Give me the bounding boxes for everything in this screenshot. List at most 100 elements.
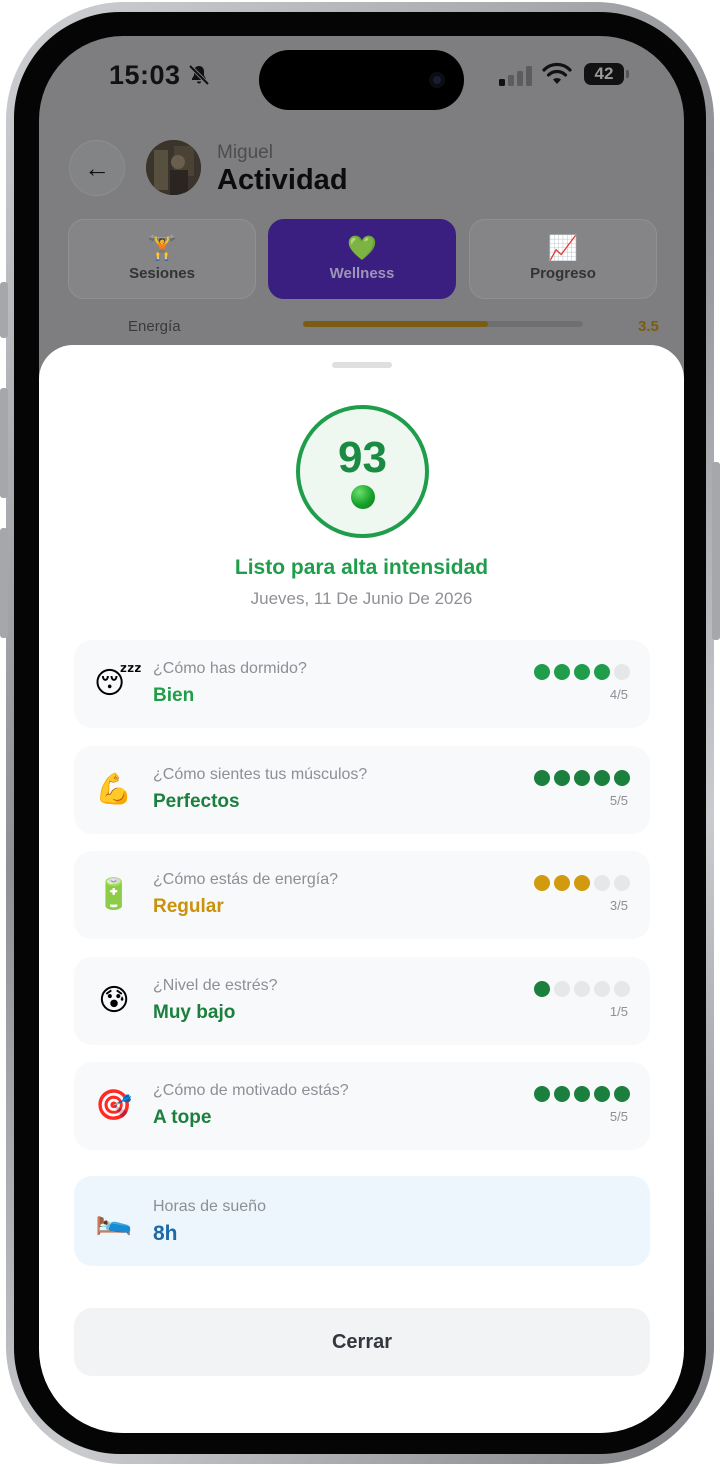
user-name: Miguel <box>217 142 273 163</box>
rating-dot-filled <box>534 875 550 891</box>
green-circle-icon <box>350 485 375 509</box>
arrow-left-icon: ← <box>84 152 110 183</box>
bed-icon: 🛌 <box>95 1203 133 1236</box>
tab-progreso[interactable]: 📈 Progreso <box>469 219 657 299</box>
sheet-drag-handle[interactable] <box>332 362 392 368</box>
readiness-label: Listo para alta intensidad <box>234 556 489 579</box>
entry-date: Jueves, 11 De Junio De 2026 <box>250 589 473 608</box>
tab-wellness[interactable]: 💚 Wellness <box>268 219 456 299</box>
rating-dots <box>534 664 630 680</box>
close-button[interactable]: Cerrar <box>74 1308 650 1376</box>
tab-sesiones[interactable]: 🏋️ Sesiones <box>68 219 256 299</box>
row-label: Energía <box>128 318 181 335</box>
rating-dot-empty <box>594 875 610 891</box>
rating-dot-empty <box>614 981 630 997</box>
status-time: 15:03 <box>109 60 181 90</box>
rating-dots <box>534 875 630 891</box>
anxious-face-icon: 😰 <box>98 984 130 1017</box>
rating-dot-filled <box>614 1086 630 1102</box>
rating-dot-filled <box>534 664 550 680</box>
rating-dot-empty <box>614 875 630 891</box>
rating-score: 5/5 <box>609 793 628 808</box>
background-energy-row: Energía 3.5 <box>68 318 659 348</box>
back-button[interactable]: ← <box>69 140 125 196</box>
rating-dot-filled <box>574 875 590 891</box>
action-button <box>0 282 8 338</box>
rating-dot-filled <box>594 770 610 786</box>
rating-dot-filled <box>554 770 570 786</box>
rating-dot-filled <box>574 1086 590 1102</box>
wellness-question-card: 🔋 ¿Cómo estás de energía? Regular 3/5 <box>74 851 650 939</box>
answer-text: Regular <box>153 896 224 917</box>
rating-dot-filled <box>574 770 590 786</box>
wellness-question-card: 🎯 ¿Cómo de motivado estás? A tope 5/5 <box>74 1062 650 1150</box>
rating-dots <box>534 981 630 997</box>
rating-dot-empty <box>554 981 570 997</box>
rating-dots <box>534 1086 630 1102</box>
tab-label: Sesiones <box>129 265 195 282</box>
rating-dot-filled <box>534 981 550 997</box>
dynamic-island <box>259 50 464 110</box>
rating-dot-filled <box>554 875 570 891</box>
wellness-question-card: 😰 ¿Nivel de estrés? Muy bajo 1/5 <box>74 957 650 1045</box>
battery-indicator: 42 <box>584 63 624 85</box>
green-heart-icon: 💚 <box>347 235 377 262</box>
wifi-icon <box>542 62 572 84</box>
answer-text: A tope <box>153 1107 212 1128</box>
rating-dot-filled <box>534 770 550 786</box>
answer-text: Muy bajo <box>153 1002 236 1023</box>
energy-bar-fill <box>303 321 488 327</box>
chart-up-icon: 📈 <box>548 235 578 262</box>
rating-dot-filled <box>554 1086 570 1102</box>
wellness-detail-sheet: 93 Listo para alta intensidad Jueves, 11… <box>39 345 684 1433</box>
rating-dot-empty <box>594 981 610 997</box>
rating-dot-filled <box>594 664 610 680</box>
sleep-hours-card: 🛌 Horas de sueño 8h <box>74 1176 650 1266</box>
sleeping-face-icon: 😴 <box>94 667 143 700</box>
rating-dot-filled <box>594 1086 610 1102</box>
weightlifter-icon: 🏋️ <box>147 235 177 262</box>
bell-slash-icon <box>188 64 210 86</box>
sleep-hours-label: Horas de sueño <box>153 1198 266 1215</box>
rating-dot-empty <box>614 664 630 680</box>
tab-label: Progreso <box>530 265 596 282</box>
page-title: Actividad <box>217 164 348 196</box>
signal-icon <box>499 66 532 86</box>
avatar-photo <box>146 140 201 195</box>
rating-score: 4/5 <box>609 687 628 702</box>
rating-score: 3/5 <box>609 898 628 913</box>
rating-dot-filled <box>554 664 570 680</box>
row-value: 3.5 <box>638 318 659 335</box>
battery-icon: 🔋 <box>95 878 133 911</box>
rating-score: 1/5 <box>609 1004 628 1019</box>
wellness-question-card: 😴 ¿Cómo has dormido? Bien 4/5 <box>74 640 650 728</box>
avatar[interactable] <box>146 140 201 195</box>
question-text: ¿Cómo de motivado estás? <box>153 1082 349 1099</box>
volume-down-button <box>0 528 8 638</box>
camera-icon <box>429 72 445 88</box>
volume-up-button <box>0 388 8 498</box>
power-button <box>712 462 720 640</box>
wellness-score-ring: 93 <box>296 405 429 538</box>
sleep-hours-value: 8h <box>153 1222 178 1245</box>
question-text: ¿Cómo has dormido? <box>153 660 307 677</box>
rating-dots <box>534 770 630 786</box>
question-text: ¿Nivel de estrés? <box>153 977 278 994</box>
target-icon: 🎯 <box>95 1089 133 1122</box>
wellness-score: 93 <box>338 433 387 482</box>
flexed-biceps-icon: 💪 <box>95 773 133 806</box>
tab-label: Wellness <box>329 265 395 282</box>
rating-dot-empty <box>574 981 590 997</box>
answer-text: Perfectos <box>153 791 240 812</box>
battery-tip <box>626 70 629 78</box>
tab-bar: 🏋️ Sesiones 💚 Wellness 📈 Progreso <box>68 219 658 301</box>
energy-bar <box>303 321 583 327</box>
wellness-question-card: 💪 ¿Cómo sientes tus músculos? Perfectos 5/5 <box>74 746 650 834</box>
rating-dot-filled <box>614 770 630 786</box>
answer-text: Bien <box>153 685 195 706</box>
question-text: ¿Cómo sientes tus músculos? <box>153 766 368 783</box>
screen: 15:03 42 ← Miguel Actividad 🏋️ Sesiones … <box>39 36 684 1433</box>
rating-dot-filled <box>534 1086 550 1102</box>
question-text: ¿Cómo estás de energía? <box>153 871 338 888</box>
rating-dot-filled <box>574 664 590 680</box>
